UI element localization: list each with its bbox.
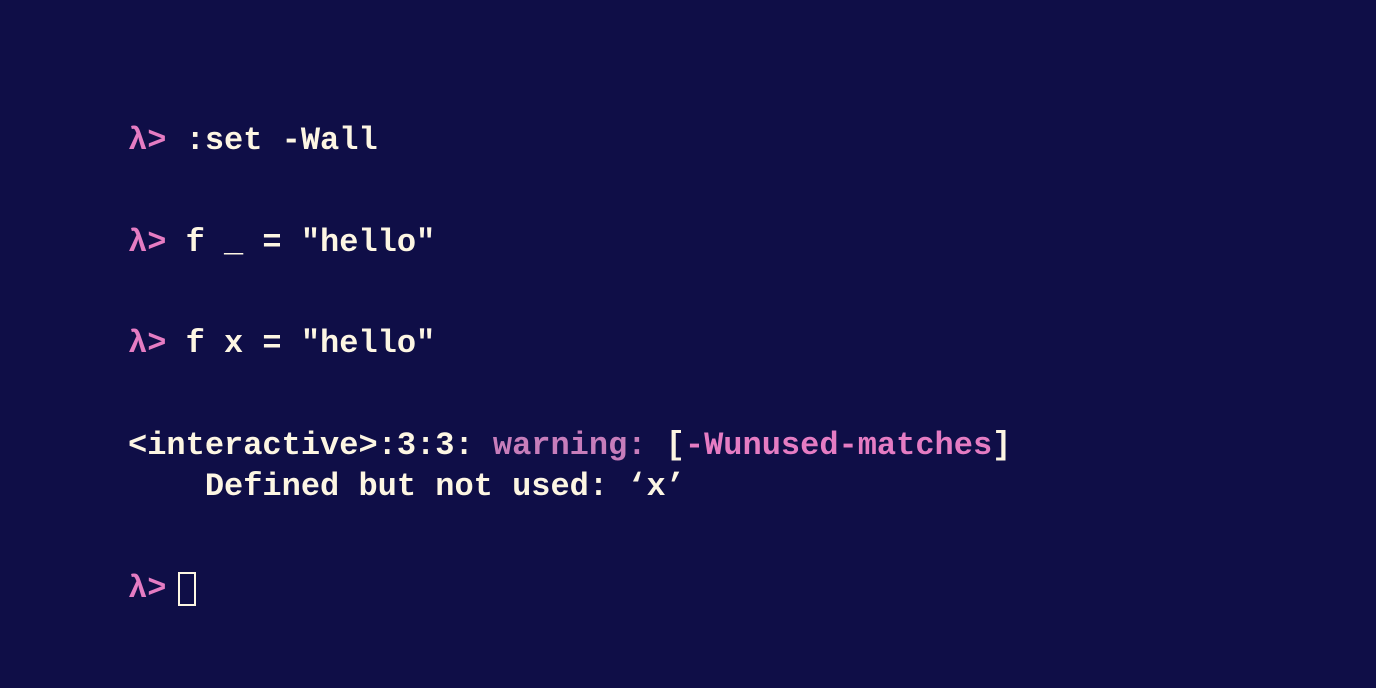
prompt-symbol: λ> <box>128 325 166 362</box>
command-1: :set -Wall <box>166 122 377 159</box>
repl-entry-1: λ> :set -Wall <box>128 120 1248 162</box>
prompt-symbol: λ> <box>128 568 166 610</box>
warning-label: warning: <box>493 427 647 464</box>
terminal-output: λ> :set -Wall λ> f _ = "hello" λ> f x = … <box>128 120 1248 610</box>
prompt-symbol: λ> <box>128 122 166 159</box>
warning-message: Defined but not used: ‘x’ <box>205 468 685 505</box>
repl-active-prompt[interactable]: λ> <box>128 568 1248 610</box>
repl-entry-3: λ> f x = "hello" <box>128 323 1248 365</box>
bracket-close: ] <box>992 427 1011 464</box>
warning-location: <interactive>:3:3: <box>128 427 474 464</box>
command-2: f _ = "hello" <box>166 224 435 261</box>
repl-entry-2: λ> f _ = "hello" <box>128 222 1248 264</box>
command-3: f x = "hello" <box>166 325 435 362</box>
prompt-symbol: λ> <box>128 224 166 261</box>
warning-header: <interactive>:3:3: warning: [-Wunused-ma… <box>128 425 1248 467</box>
bracket-open: [ <box>666 427 685 464</box>
warning-message-line: Defined but not used: ‘x’ <box>128 466 1248 508</box>
warning-flag: -Wunused-matches <box>685 427 992 464</box>
cursor-icon <box>178 572 196 606</box>
warning-block: <interactive>:3:3: warning: [-Wunused-ma… <box>128 425 1248 508</box>
